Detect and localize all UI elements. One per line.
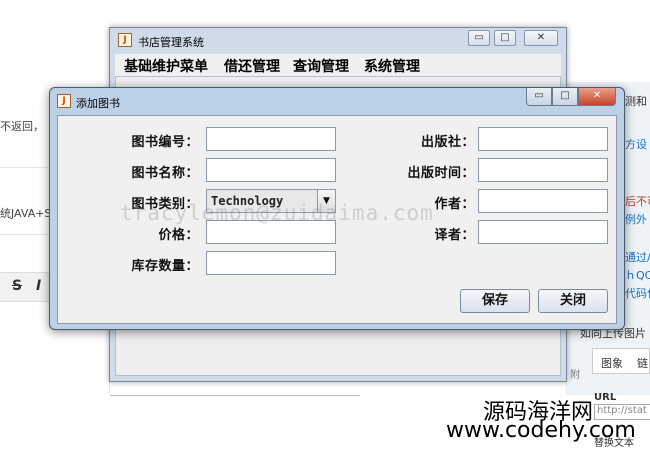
background-text: 统JAVA+S xyxy=(0,207,52,220)
author-input[interactable] xyxy=(478,189,608,213)
minimize-icon[interactable]: ▭ xyxy=(526,88,552,106)
menu-basic-maintenance[interactable]: 基础维护菜单 xyxy=(124,56,208,76)
divider xyxy=(110,395,360,396)
close-icon[interactable]: ✕ xyxy=(524,30,558,46)
main-window-title: 书店管理系统 xyxy=(138,36,204,49)
book-no-input[interactable] xyxy=(206,127,336,151)
translator-input[interactable] xyxy=(478,220,608,244)
watermark-text: tracylemon@zuidaima.com xyxy=(120,201,434,225)
author-label: 作者： xyxy=(434,197,475,212)
minimize-icon[interactable]: ▭ xyxy=(468,30,490,46)
background-link[interactable]: 方设 xyxy=(625,136,647,152)
close-icon[interactable]: ✕ xyxy=(578,88,616,106)
background-tabbar: 图象 链 xyxy=(592,348,650,374)
publisher-label: 出版社： xyxy=(420,135,475,150)
background-link[interactable]: 通过/ xyxy=(625,249,650,265)
publish-time-input[interactable] xyxy=(478,158,608,182)
background-link[interactable]: ｈQC xyxy=(625,267,650,283)
dialog-title: 添加图书 xyxy=(76,97,120,110)
background-link[interactable]: 例外 xyxy=(625,211,647,227)
background-text: 不返回， xyxy=(0,120,44,133)
publish-time-label: 出版时间： xyxy=(407,166,475,181)
italic-icon[interactable]: I xyxy=(36,278,41,294)
site-url: www.codehy.com xyxy=(446,418,636,443)
tab-image[interactable]: 图象 xyxy=(601,355,623,371)
publisher-input[interactable] xyxy=(478,127,608,151)
translator-label: 译者： xyxy=(434,228,475,243)
background-text: 后不可 xyxy=(625,195,650,208)
background-link[interactable]: 代码位 xyxy=(625,285,650,301)
tab-link[interactable]: 链 xyxy=(637,355,648,371)
menu-system[interactable]: 系统管理 xyxy=(364,56,420,76)
url-label: URL xyxy=(594,392,617,403)
dialog-window-controls: ▭ □ ✕ xyxy=(526,88,616,106)
book-no-label: 图书编号： xyxy=(131,135,199,150)
book-name-input[interactable] xyxy=(206,158,336,182)
menu-borrow-return[interactable]: 借还管理 xyxy=(224,56,280,76)
java-app-icon: J xyxy=(118,33,132,47)
main-window-titlebar[interactable]: J 书店管理系统 ▭ □ ✕ xyxy=(110,28,566,52)
book-name-label: 图书名称： xyxy=(131,166,199,181)
menu-query[interactable]: 查询管理 xyxy=(293,56,349,76)
price-label: 价格： xyxy=(158,228,199,243)
close-button[interactable]: 关闭 xyxy=(538,289,608,313)
strikethrough-icon[interactable]: S xyxy=(12,278,22,294)
java-app-icon: J xyxy=(57,94,71,108)
maximize-icon[interactable]: □ xyxy=(552,88,578,106)
stock-label: 库存数量： xyxy=(131,259,199,274)
menubar: 基础维护菜单 借还管理 查询管理 系统管理 xyxy=(115,54,561,76)
save-button[interactable]: 保存 xyxy=(460,289,530,313)
maximize-icon[interactable]: □ xyxy=(494,30,516,46)
background-text: 测和 xyxy=(625,95,647,108)
stock-input[interactable] xyxy=(206,251,336,275)
